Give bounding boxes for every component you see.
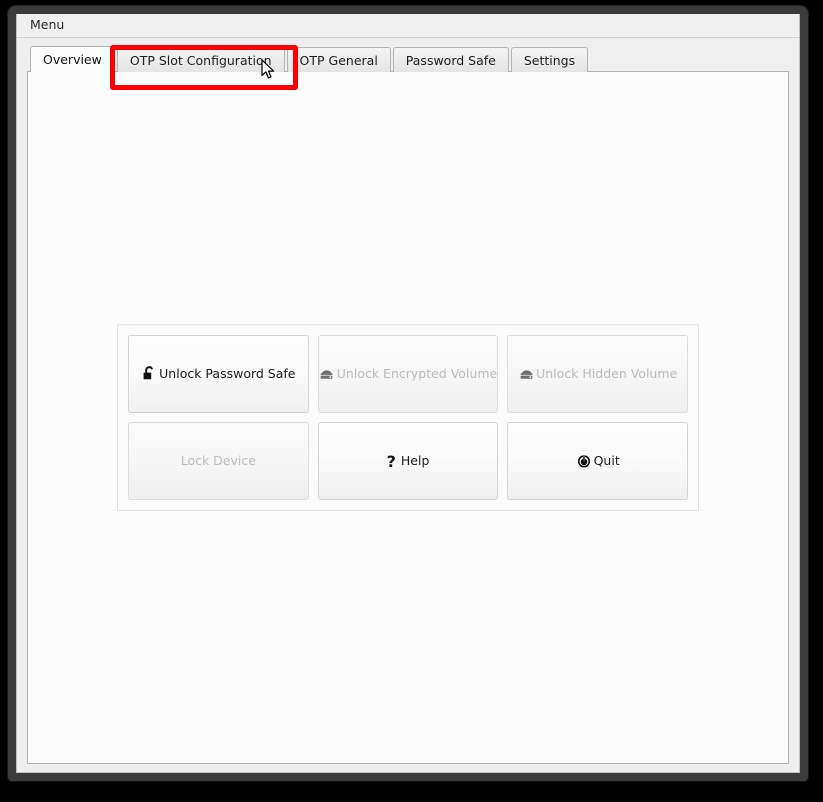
tab-otp-slot-configuration[interactable]: OTP Slot Configuration: [116, 47, 285, 72]
window-client-area: Menu Overview OTP Slot Configuration OTP…: [16, 14, 800, 773]
desktop-background: Menu Overview OTP Slot Configuration OTP…: [0, 0, 823, 802]
tab-widget: Overview OTP Slot Configuration OTP Gene…: [17, 38, 799, 772]
quit-label: Quit: [593, 452, 620, 468]
unlock-hidden-volume-button[interactable]: Unlock Hidden Volume: [507, 335, 688, 413]
application-window: Menu Overview OTP Slot Configuration OTP…: [8, 6, 808, 781]
tab-settings[interactable]: Settings: [510, 47, 589, 72]
power-icon: [576, 453, 593, 470]
tab-otp-general[interactable]: OTP General: [286, 47, 391, 72]
tab-bar: Overview OTP Slot Configuration OTP Gene…: [30, 46, 789, 72]
menu-item-menu[interactable]: Menu: [24, 17, 70, 34]
question-mark-icon: ?: [386, 452, 396, 471]
hard-drive-icon: [319, 366, 336, 383]
quit-button[interactable]: Quit: [507, 422, 688, 500]
unlock-password-safe-label: Unlock Password Safe: [159, 365, 296, 381]
unlock-hidden-volume-label: Unlock Hidden Volume: [536, 365, 678, 381]
overview-content: Unlock Password Safe Unlock Encrypted Vo…: [28, 72, 788, 763]
open-padlock-icon: [141, 366, 158, 383]
tab-password-safe[interactable]: Password Safe: [392, 47, 509, 72]
unlock-encrypted-volume-label: Unlock Encrypted Volume: [336, 365, 498, 381]
help-label: Help: [400, 452, 430, 468]
menubar: Menu: [17, 14, 799, 38]
hard-drive-icon: [518, 366, 535, 383]
tab-panel-overview: Unlock Password Safe Unlock Encrypted Vo…: [27, 71, 789, 764]
unlock-password-safe-button[interactable]: Unlock Password Safe: [128, 335, 309, 413]
help-button[interactable]: ? Help: [317, 422, 499, 500]
lock-device-button[interactable]: Lock Device: [128, 422, 309, 500]
action-button-grid: Unlock Password Safe Unlock Encrypted Vo…: [117, 324, 699, 511]
tab-overview[interactable]: Overview: [30, 46, 115, 72]
lock-device-label: Lock Device: [180, 452, 256, 468]
unlock-encrypted-volume-button[interactable]: Unlock Encrypted Volume: [317, 335, 499, 413]
